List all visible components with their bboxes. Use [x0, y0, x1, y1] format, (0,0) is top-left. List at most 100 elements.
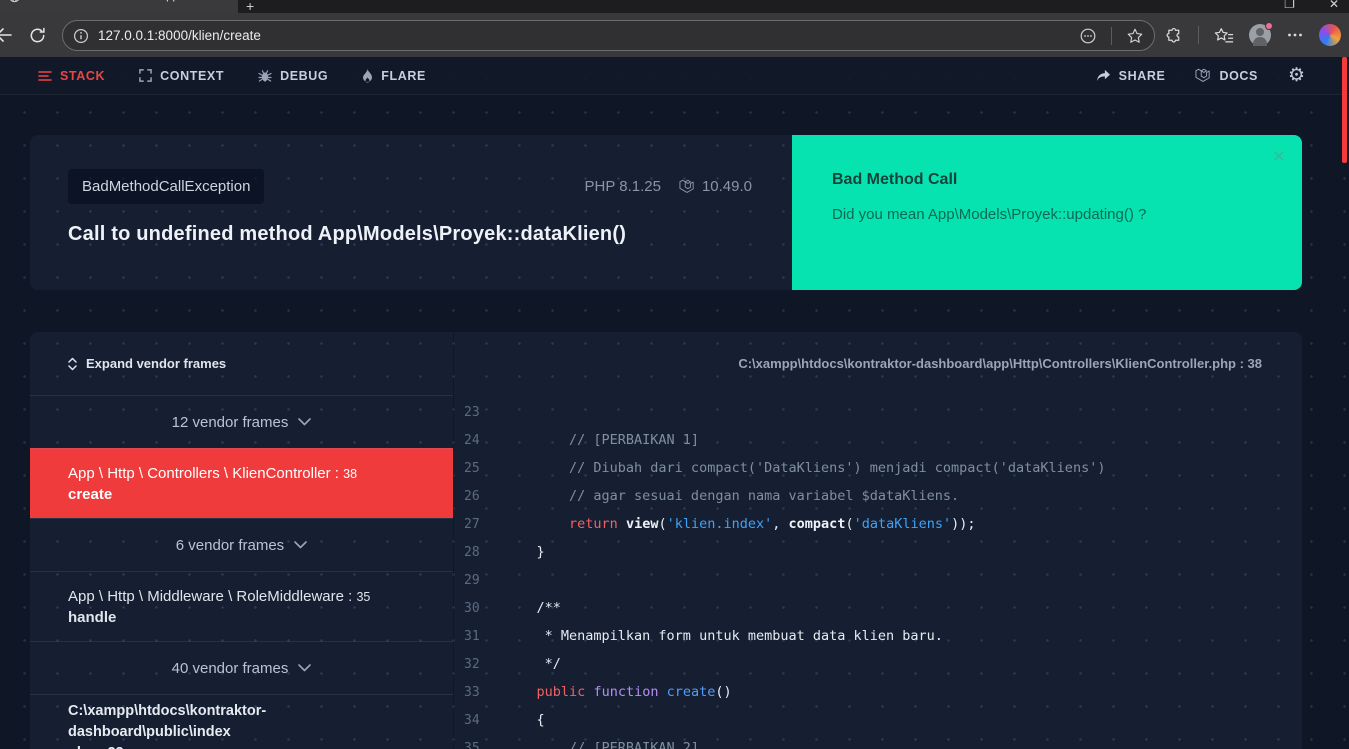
line-number: 24	[454, 433, 490, 448]
vendor-frames-group[interactable]: 12 vendor frames	[30, 395, 453, 448]
code-text: public function create()	[504, 684, 732, 700]
line-number: 28	[454, 545, 490, 560]
code-line: 32 */	[454, 650, 1302, 678]
favorites-hub-icon[interactable]	[1214, 26, 1234, 45]
laravel-version-number: 10.49.0	[702, 178, 752, 195]
stack-frame[interactable]: App \ Http \ Middleware \ RoleMiddleware…	[30, 571, 453, 641]
line-number: 34	[454, 713, 490, 728]
tab-debug[interactable]: DEBUG	[258, 69, 328, 83]
chevron-down-icon	[298, 664, 311, 672]
browser-tab[interactable]: Call to undefined method App\M... ×	[0, 0, 238, 13]
vendor-frames-label: 6 vendor frames	[176, 537, 284, 554]
new-tab-button[interactable]: +	[246, 0, 254, 13]
context-brackets-icon	[139, 69, 152, 82]
docs-label: DOCS	[1219, 69, 1258, 83]
browser-menu-icon[interactable]	[1286, 26, 1304, 44]
tab-context[interactable]: CONTEXT	[139, 69, 224, 83]
site-info-icon[interactable]	[73, 28, 89, 44]
share-label: SHARE	[1119, 69, 1166, 83]
tab-stack[interactable]: STACK	[38, 69, 105, 83]
settings-gear-icon[interactable]: ⚙	[1288, 66, 1305, 85]
vendor-frames-label: 12 vendor frames	[172, 414, 289, 431]
expand-vendor-frames-label: Expand vendor frames	[86, 356, 226, 371]
code-line: 25 // Diubah dari compact('DataKliens') …	[454, 454, 1302, 482]
chevron-down-icon	[294, 541, 307, 549]
code-line: 26 // agar sesuai dengan nama variabel $…	[454, 482, 1302, 510]
refresh-icon[interactable]	[28, 26, 47, 45]
divider	[1111, 27, 1112, 45]
line-number: 23	[454, 405, 490, 420]
tab-close-icon[interactable]: ×	[223, 0, 230, 2]
extensions-icon[interactable]	[1164, 26, 1183, 45]
window-restore-icon[interactable]: ❐	[1284, 0, 1295, 11]
stack-frames-sidebar: Expand vendor frames 12 vendor frames App…	[30, 332, 453, 749]
docs-button[interactable]: DOCS	[1195, 68, 1258, 83]
tab-flare-label: FLARE	[381, 69, 426, 83]
tab-stack-label: STACK	[60, 69, 105, 83]
copilot-icon[interactable]	[1319, 24, 1341, 46]
code-text: return view('klien.index', compact('data…	[504, 516, 976, 532]
code-text: // Diubah dari compact('DataKliens') men…	[504, 460, 1105, 476]
tab-flare[interactable]: FLARE	[362, 69, 426, 83]
error-header-card: BadMethodCallException PHP 8.1.25 10.49.…	[30, 135, 1302, 290]
frame-method: create	[68, 486, 415, 503]
code-line: 24 // [PERBAIKAN 1]	[454, 426, 1302, 454]
php-version: PHP 8.1.25	[585, 178, 661, 195]
code-text: }	[504, 544, 545, 560]
back-icon[interactable]	[0, 25, 14, 45]
code-line: 29	[454, 566, 1302, 594]
code-panel: C:\xampp\htdocs\kontraktor-dashboard\app…	[453, 332, 1302, 749]
browser-tab-strip: Call to undefined method App\M... × + ❐ …	[0, 0, 1349, 13]
solution-close-icon[interactable]: ✕	[1272, 147, 1286, 167]
stack-frame-active[interactable]: App \ Http \ Controllers \ KlienControll…	[30, 448, 453, 518]
globe-favicon-icon	[8, 0, 21, 3]
tab-context-label: CONTEXT	[160, 69, 224, 83]
expand-collapse-icon	[68, 357, 77, 371]
tab-title: Call to undefined method App\M...	[28, 0, 216, 2]
solution-panel: ✕ Bad Method Call Did you mean App\Model…	[792, 135, 1302, 290]
flare-error-page: STACK CONTEXT	[0, 57, 1349, 749]
flare-nav-bar: STACK CONTEXT	[0, 57, 1349, 95]
address-bar[interactable]: 127.0.0.1:8000/klien/create	[62, 20, 1155, 51]
bug-icon	[258, 69, 272, 83]
share-button[interactable]: SHARE	[1096, 69, 1166, 83]
code-text: {	[504, 712, 545, 728]
code-text: // [PERBAIKAN 1]	[504, 432, 699, 448]
tab-debug-label: DEBUG	[280, 69, 328, 83]
url-text[interactable]: 127.0.0.1:8000/klien/create	[98, 28, 1079, 43]
line-number: 33	[454, 685, 490, 700]
code-text: * Menampilkan form untuk membuat data kl…	[504, 628, 943, 644]
code-line: 23	[454, 398, 1302, 426]
profile-avatar[interactable]	[1249, 24, 1271, 46]
code-text: */	[504, 656, 561, 672]
vendor-frames-group[interactable]: 6 vendor frames	[30, 518, 453, 571]
divider	[1198, 26, 1199, 44]
code-line: 27 return view('klien.index', compact('d…	[454, 510, 1302, 538]
frame-file-path: C:\xampp\htdocs\kontraktor-dashboard\pub…	[68, 701, 415, 743]
favorite-star-icon[interactable]	[1126, 27, 1144, 45]
window-close-icon[interactable]: ✕	[1329, 0, 1339, 11]
frame-path: App \ Http \ Controllers \ KlienControll…	[68, 465, 415, 482]
stack-frame-file[interactable]: C:\xampp\htdocs\kontraktor-dashboard\pub…	[30, 694, 453, 749]
vendor-frames-label: 40 vendor frames	[172, 660, 289, 677]
code-text: // [PERBAIKAN 2]	[504, 740, 699, 749]
code-text: // agar sesuai dengan nama variabel $dat…	[504, 488, 959, 504]
chevron-down-icon	[298, 418, 311, 426]
scrollbar-thumb[interactable]	[1342, 57, 1347, 163]
expand-vendor-frames-button[interactable]: Expand vendor frames	[68, 356, 226, 371]
code-line: 30 /**	[454, 594, 1302, 622]
frame-path: App \ Http \ Middleware \ RoleMiddleware…	[68, 588, 415, 605]
code-line: 31 * Menampilkan form untuk membuat data…	[454, 622, 1302, 650]
stack-trace-card: Expand vendor frames 12 vendor frames App…	[30, 332, 1302, 749]
code-line: 28 }	[454, 538, 1302, 566]
url-options-icon[interactable]	[1079, 27, 1097, 45]
line-number: 27	[454, 517, 490, 532]
stack-lines-icon	[38, 70, 52, 82]
solution-title: Bad Method Call	[832, 171, 1262, 189]
code-line: 35 // [PERBAIKAN 2]	[454, 734, 1302, 749]
code-line: 34 {	[454, 706, 1302, 734]
code-file-path: C:\xampp\htdocs\kontraktor-dashboard\app…	[454, 332, 1302, 395]
laravel-logo-icon	[1195, 68, 1211, 83]
vendor-frames-group[interactable]: 40 vendor frames	[30, 641, 453, 694]
line-number: 30	[454, 601, 490, 616]
